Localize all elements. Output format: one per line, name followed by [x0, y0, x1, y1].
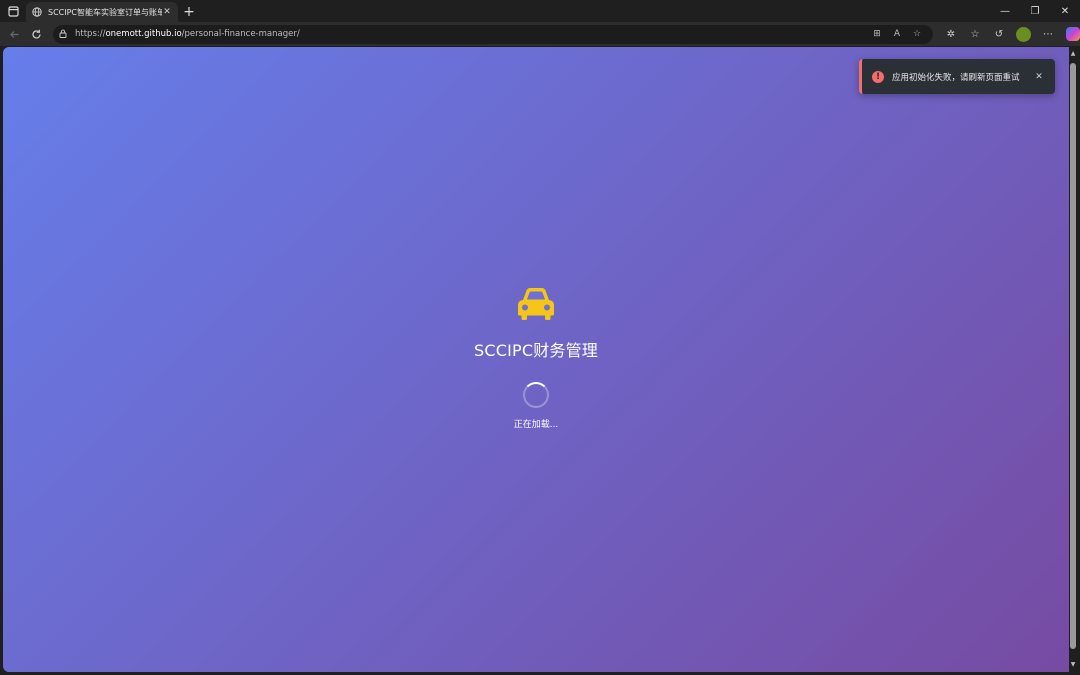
url-host: onemott.github.io [105, 29, 182, 39]
tab-actions-icon [7, 5, 19, 17]
url-prefix: https:// [75, 29, 106, 39]
favorite-star-icon[interactable]: ☆ [907, 29, 927, 39]
browser-titlebar: SCCIPC智能车实验室订单与账单管 ✕ + — ❐ ✕ [0, 0, 1080, 22]
more-options-icon[interactable]: ⋯ [1036, 23, 1060, 45]
toast-message: 应用初始化失败，请刷新页面重试 [892, 72, 1020, 83]
back-button[interactable] [3, 23, 25, 45]
restore-button[interactable]: ❐ [1020, 0, 1050, 22]
profile-avatar[interactable] [1016, 26, 1031, 42]
toolbar-actions: ✲ ☆ ↺ ⋯ [939, 23, 1080, 45]
copilot-icon[interactable] [1066, 27, 1080, 41]
url-text[interactable]: https://onemott.github.io/personal-finan… [75, 29, 867, 39]
tab-actions-button[interactable] [0, 0, 26, 22]
tab-title: SCCIPC智能车实验室订单与账单管 [48, 7, 162, 17]
loading-text: 正在加载... [513, 420, 559, 430]
error-icon: ! [872, 70, 884, 83]
loading-spinner [523, 382, 549, 408]
history-icon[interactable]: ↺ [987, 23, 1011, 45]
minimize-button[interactable]: — [990, 0, 1020, 22]
app-available-icon[interactable]: ⊞ [867, 29, 887, 39]
window-controls: — ❐ ✕ [990, 0, 1080, 22]
scroll-up-icon[interactable]: ▲ [1070, 50, 1076, 58]
scroll-down-icon[interactable]: ▼ [1070, 661, 1076, 669]
url-path: /personal-finance-manager/ [181, 29, 300, 39]
new-tab-button[interactable]: + [178, 2, 200, 22]
close-window-button[interactable]: ✕ [1050, 0, 1080, 22]
toast-close-icon[interactable]: ✕ [1033, 72, 1045, 82]
refresh-button[interactable] [25, 23, 47, 45]
app-name: SCCIPC财务管理 [473, 341, 599, 360]
back-arrow-icon [9, 30, 18, 38]
page-viewport: SCCIPC财务管理 正在加载... ! 应用初始化失败，请刷新页面重试 ✕ [3, 47, 1069, 672]
extensions-icon[interactable]: ✲ [939, 23, 963, 45]
read-aloud-icon[interactable]: A [887, 29, 907, 39]
error-toast: ! 应用初始化失败，请刷新页面重试 ✕ [859, 59, 1055, 94]
globe-icon [32, 7, 42, 17]
lock-icon[interactable] [59, 29, 71, 40]
favorites-icon[interactable]: ☆ [963, 23, 987, 45]
address-bar[interactable]: https://onemott.github.io/personal-finan… [53, 24, 933, 44]
browser-toolbar: https://onemott.github.io/personal-finan… [0, 22, 1080, 46]
tab-close-icon[interactable]: ✕ [162, 7, 172, 17]
car-icon [518, 288, 554, 320]
refresh-icon [31, 29, 41, 39]
page-scrollbar[interactable]: ▲ ▼ [1069, 47, 1077, 672]
browser-tab-active[interactable]: SCCIPC智能车实验室订单与账单管 ✕ [26, 2, 178, 22]
scroll-thumb[interactable] [1070, 63, 1076, 649]
loading-screen: SCCIPC财务管理 正在加载... [3, 283, 1069, 430]
